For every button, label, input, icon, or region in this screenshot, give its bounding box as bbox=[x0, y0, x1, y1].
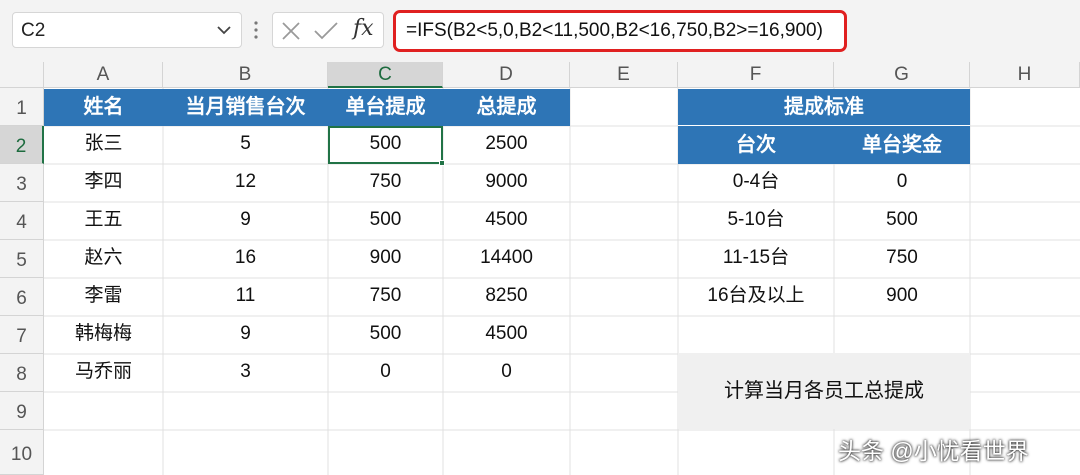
standard-cell[interactable]: 11-15台 bbox=[678, 240, 834, 278]
table-cell[interactable]: 4500 bbox=[443, 316, 570, 354]
table-cell[interactable]: 王五 bbox=[44, 202, 163, 240]
table-cell[interactable]: 750 bbox=[328, 164, 443, 202]
cell-selection[interactable] bbox=[328, 126, 445, 166]
table-cell[interactable]: 900 bbox=[328, 240, 443, 278]
table-header-cell: 当月销售台次 bbox=[163, 89, 328, 126]
table-cell[interactable]: 3 bbox=[163, 354, 328, 392]
table-cell[interactable]: 2500 bbox=[443, 126, 570, 164]
task-note: 计算当月各员工总提成 bbox=[678, 353, 970, 429]
table-cell[interactable]: 5 bbox=[163, 126, 328, 164]
standard-cell[interactable]: 900 bbox=[834, 278, 970, 316]
table-cell[interactable]: 李四 bbox=[44, 164, 163, 202]
table-cell[interactable]: 14400 bbox=[443, 240, 570, 278]
table-cell[interactable]: 9 bbox=[163, 316, 328, 354]
standard-cell[interactable]: 0-4台 bbox=[678, 164, 834, 202]
table-cell[interactable]: 0 bbox=[328, 354, 443, 392]
table-cell[interactable]: 500 bbox=[328, 316, 443, 354]
standard-cell[interactable]: 5-10台 bbox=[678, 202, 834, 240]
table-cell[interactable]: 韩梅梅 bbox=[44, 316, 163, 354]
table-cell[interactable]: 0 bbox=[443, 354, 570, 392]
standard-header-cell: 单台奖金 bbox=[834, 126, 970, 164]
table-cell[interactable]: 4500 bbox=[443, 202, 570, 240]
table-cell[interactable]: 750 bbox=[328, 278, 443, 316]
standard-cell[interactable]: 500 bbox=[834, 202, 970, 240]
table-header-cell: 总提成 bbox=[443, 89, 570, 126]
table-cell[interactable]: 9000 bbox=[443, 164, 570, 202]
table-cell[interactable]: 赵六 bbox=[44, 240, 163, 278]
table-header-cell: 姓名 bbox=[44, 89, 163, 126]
standard-cell[interactable]: 750 bbox=[834, 240, 970, 278]
standard-header-cell: 台次 bbox=[678, 126, 834, 164]
standard-title: 提成标准 bbox=[678, 89, 970, 125]
watermark: 头条 @小忧看世界 bbox=[838, 438, 1029, 464]
table-cell[interactable]: 李雷 bbox=[44, 278, 163, 316]
fill-handle[interactable] bbox=[439, 160, 445, 166]
table-cell[interactable]: 500 bbox=[328, 202, 443, 240]
table-cell[interactable]: 马乔丽 bbox=[44, 354, 163, 392]
table-cell[interactable]: 16 bbox=[163, 240, 328, 278]
table-cell[interactable]: 9 bbox=[163, 202, 328, 240]
standard-cell[interactable]: 16台及以上 bbox=[678, 278, 834, 316]
standard-cell[interactable]: 0 bbox=[834, 164, 970, 202]
table-cell[interactable]: 12 bbox=[163, 164, 328, 202]
table-cell[interactable]: 张三 bbox=[44, 126, 163, 164]
table-cell[interactable]: 11 bbox=[163, 278, 328, 316]
table-cell[interactable]: 8250 bbox=[443, 278, 570, 316]
table-header-cell: 单台提成 bbox=[328, 89, 443, 126]
